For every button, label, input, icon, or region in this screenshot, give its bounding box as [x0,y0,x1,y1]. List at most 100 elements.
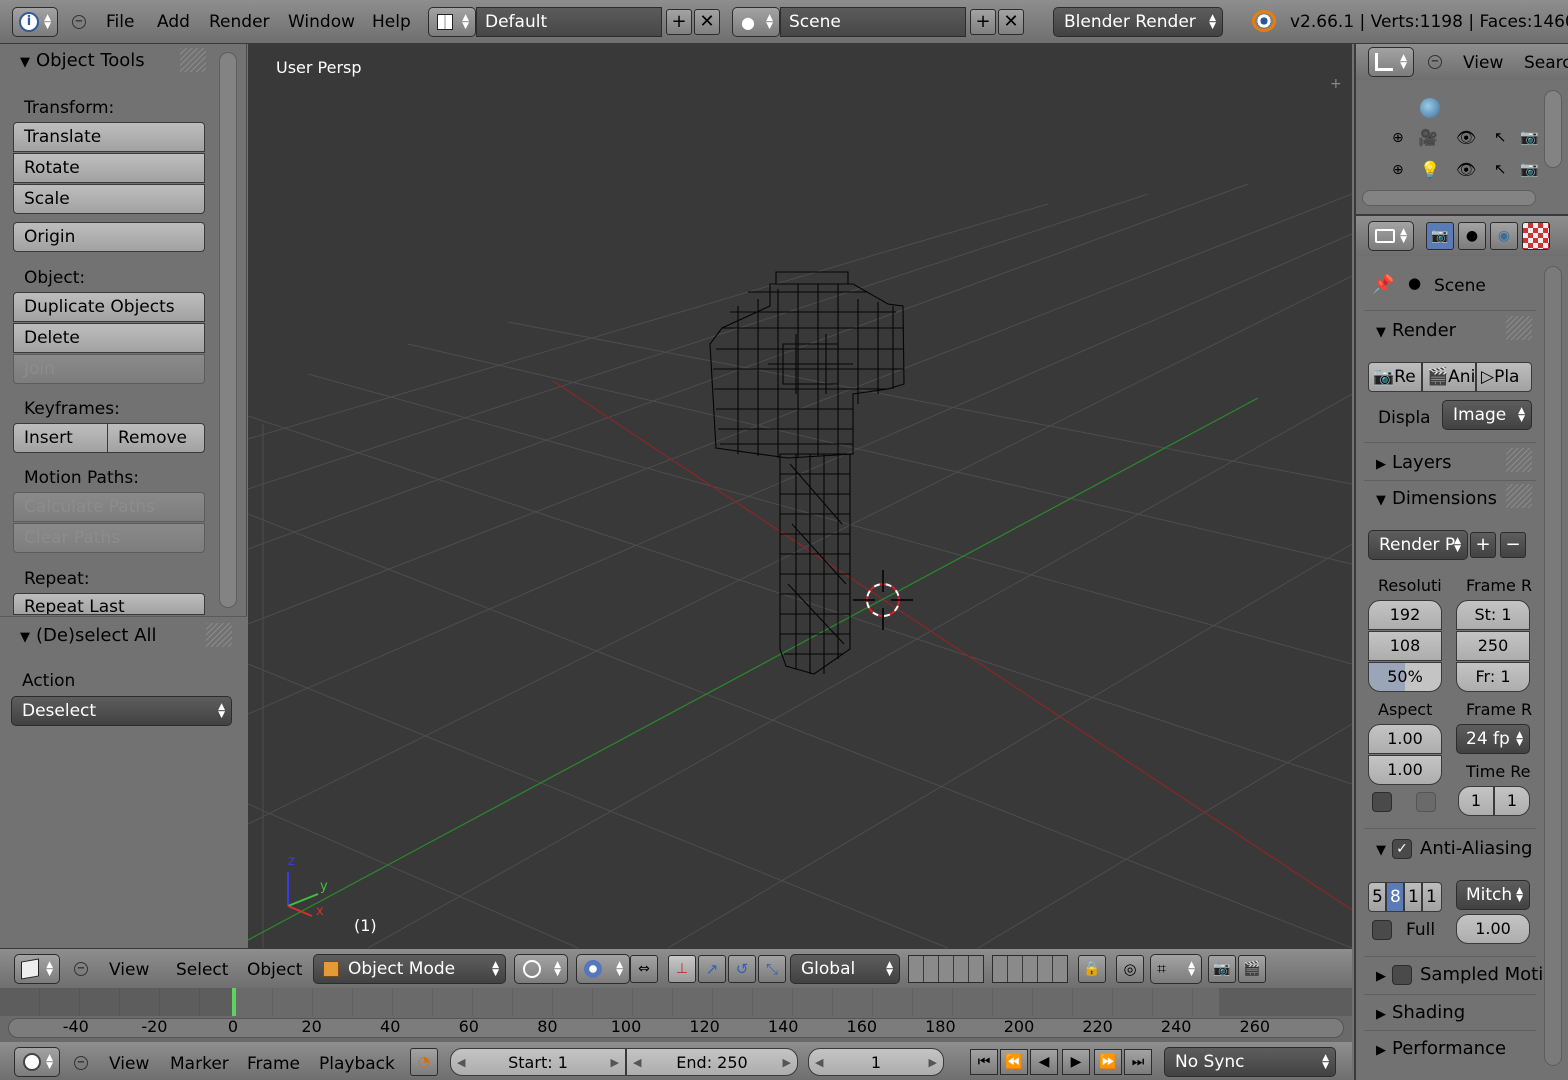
menu-select[interactable]: Select [176,960,228,980]
proportional-edit-icon[interactable]: ◎ [1116,955,1144,983]
translate-manipulator-icon[interactable]: ↗ [698,955,726,983]
action-dropdown[interactable]: Deselect ▲ ▼ [11,696,232,726]
editor-type-timeline-button[interactable]: ▲ ▼ [14,1047,60,1077]
menu-help[interactable]: Help [372,12,411,32]
transform-orientation-dropdown[interactable]: Global ▲ ▼ [790,954,900,984]
render-opengl-icon[interactable]: 📷 [1208,955,1236,983]
anti-aliasing-checkbox[interactable]: ✓ [1392,839,1412,859]
resolution-y-field[interactable]: 108 [1368,631,1442,661]
anti-aliasing-panel-header[interactable]: ▼ ✓ Anti-Aliasing [1376,838,1532,859]
join-button[interactable]: Join [13,354,205,384]
menu-render[interactable]: Render [209,12,270,32]
render-animation-button[interactable]: 🎬Ani [1422,362,1476,392]
duplicate-objects-button[interactable]: Duplicate Objects [13,292,205,322]
play-reverse-icon[interactable]: ◀ [1030,1049,1058,1075]
decrement-arrow-icon[interactable]: ◀ [633,1049,641,1077]
editor-type-outliner-button[interactable]: ▲ ▼ [1368,47,1414,77]
rotate-manipulator-icon[interactable]: ↺ [728,955,756,983]
viewport-shading-button[interactable]: ▲ ▼ [514,954,568,984]
drag-handle-icon[interactable] [206,623,232,647]
frame-end-field[interactable]: 250 [1456,631,1530,661]
add-screen-button[interactable]: + [666,9,692,35]
translate-button[interactable]: Translate [13,122,205,152]
pivot-point-button[interactable]: ▲ ▼ [576,954,630,984]
rotate-button[interactable]: Rotate [13,153,205,183]
mode-dropdown[interactable]: Object Mode ▲ ▼ [313,954,506,984]
drag-handle-icon[interactable] [180,48,206,72]
editor-type-info-button[interactable]: i ▲ ▼ [12,7,58,37]
aa-samples-16[interactable]: 1 [1422,882,1442,912]
collapse-menu-icon[interactable]: − [74,1056,88,1070]
increment-arrow-icon[interactable]: ▶ [783,1049,791,1077]
scene-layers-grid-2[interactable] [992,955,1068,983]
frame-start-field[interactable]: St: 1 [1456,600,1530,630]
snap-toggle-button[interactable]: ⌗ ▲ ▼ [1150,954,1202,984]
render-animation-icon[interactable]: 🎬 [1238,955,1266,983]
render-engine-dropdown[interactable]: Blender Render ▲ ▼ [1053,7,1223,37]
scene-layers-grid-1[interactable] [908,955,984,983]
repeat-last-button[interactable]: Repeat Last [13,593,205,615]
editor-type-3d-view-button[interactable]: ▲ ▼ [14,954,60,984]
end-frame-field[interactable]: ◀ End: 250 ▶ [626,1048,798,1076]
calculate-paths-button[interactable]: Calculate Paths [13,492,205,522]
aa-filter-dropdown[interactable]: Mitch ▲ ▼ [1456,880,1530,910]
outliner-row-camera[interactable]: ⊕ 🎥 👁 ↖ 📷 [1356,124,1546,154]
jump-to-keyframe-forward-icon[interactable]: ⏩ [1094,1049,1122,1075]
jump-to-keyframe-back-icon[interactable]: ⏪ [1000,1049,1028,1075]
filter-size-field[interactable]: 1.00 [1456,914,1530,944]
viewport-expand-icon[interactable]: + [1330,76,1342,92]
aa-samples-5[interactable]: 5 [1368,882,1386,912]
shading-panel-header[interactable]: ▶ Shading [1376,1002,1465,1023]
frame-rate-dropdown[interactable]: 24 fp ▲ ▼ [1456,724,1530,754]
properties-scrollbar[interactable] [1544,266,1562,1066]
full-sample-checkbox[interactable] [1372,920,1392,940]
visibility-eye-icon[interactable]: 👁 [1456,160,1476,179]
dimensions-panel-header[interactable]: ▼ Dimensions [1376,488,1497,509]
collapse-menu-icon[interactable]: − [1428,55,1442,69]
3d-viewport[interactable]: User Persp z y x (1) + [248,44,1352,948]
resolution-percentage-field[interactable]: 50% [1368,662,1442,692]
timeline-scrollbar[interactable] [8,1018,1344,1038]
selectable-cursor-icon[interactable]: ↖ [1494,160,1507,178]
current-frame-field[interactable]: ◀ 1 ▶ [808,1048,944,1076]
remove-keyframe-button[interactable]: Remove [107,423,205,453]
sampled-motion-panel-header[interactable]: ▶ Sampled Moti [1376,964,1543,985]
render-preset-dropdown[interactable]: Render P ▲ ▼ [1368,530,1468,560]
drag-handle-icon[interactable] [1506,448,1532,472]
menu-view[interactable]: View [109,1054,149,1074]
decrement-arrow-icon[interactable]: ◀ [815,1049,823,1077]
frame-step-field[interactable]: Fr: 1 [1456,662,1530,692]
play-rendered-button[interactable]: ▷Pla [1476,362,1532,392]
add-preset-button[interactable]: + [1470,532,1496,558]
insert-keyframe-button[interactable]: Insert [13,423,108,453]
shelf-scrollbar[interactable] [219,52,237,608]
increment-arrow-icon[interactable]: ▶ [611,1049,619,1077]
menu-playback[interactable]: Playback [319,1054,395,1074]
editor-type-properties-button[interactable]: ▲ ▼ [1368,221,1414,251]
clear-paths-button[interactable]: Clear Paths [13,523,205,553]
preview-range-icon[interactable]: ◔ [410,1048,438,1076]
object-tools-panel-header[interactable]: ▼ Object Tools [20,50,145,71]
manipulator-toggle-icon[interactable]: ⊥ [668,955,696,983]
timeline-area[interactable]: -40 -20 0 20 40 60 80 100 120 140 160 180 200 220 240 2… [0,988,1352,1042]
viewport-canvas[interactable] [248,44,1352,948]
sampled-motion-checkbox[interactable] [1392,965,1412,985]
outliner-row-lamp[interactable]: ⊕ 💡 👁 ↖ 📷 [1356,156,1546,186]
expand-icon[interactable]: ⊕ [1392,162,1404,178]
origin-button[interactable]: Origin [13,222,205,252]
outliner-row-world[interactable] [1356,94,1546,124]
increment-arrow-icon[interactable]: ▶ [929,1049,937,1077]
scene-field[interactable]: Scene [780,7,966,37]
play-icon[interactable]: ▶ [1062,1049,1090,1075]
scene-context-tab-icon[interactable]: ● [1458,222,1486,250]
outliner-horizontal-scrollbar[interactable] [1362,190,1536,206]
menu-view[interactable]: View [109,960,149,980]
render-context-tab-icon[interactable]: 📷 [1426,222,1454,250]
remove-screen-button[interactable]: ✕ [694,9,720,35]
menu-marker[interactable]: Marker [170,1054,229,1074]
decrement-arrow-icon[interactable]: ◀ [457,1049,465,1077]
collapse-menu-icon[interactable]: − [72,15,86,29]
renderable-camera-icon[interactable]: 📷 [1520,160,1539,178]
start-frame-field[interactable]: ◀ Start: 1 ▶ [450,1048,626,1076]
aspect-y-field[interactable]: 1.00 [1368,755,1442,785]
